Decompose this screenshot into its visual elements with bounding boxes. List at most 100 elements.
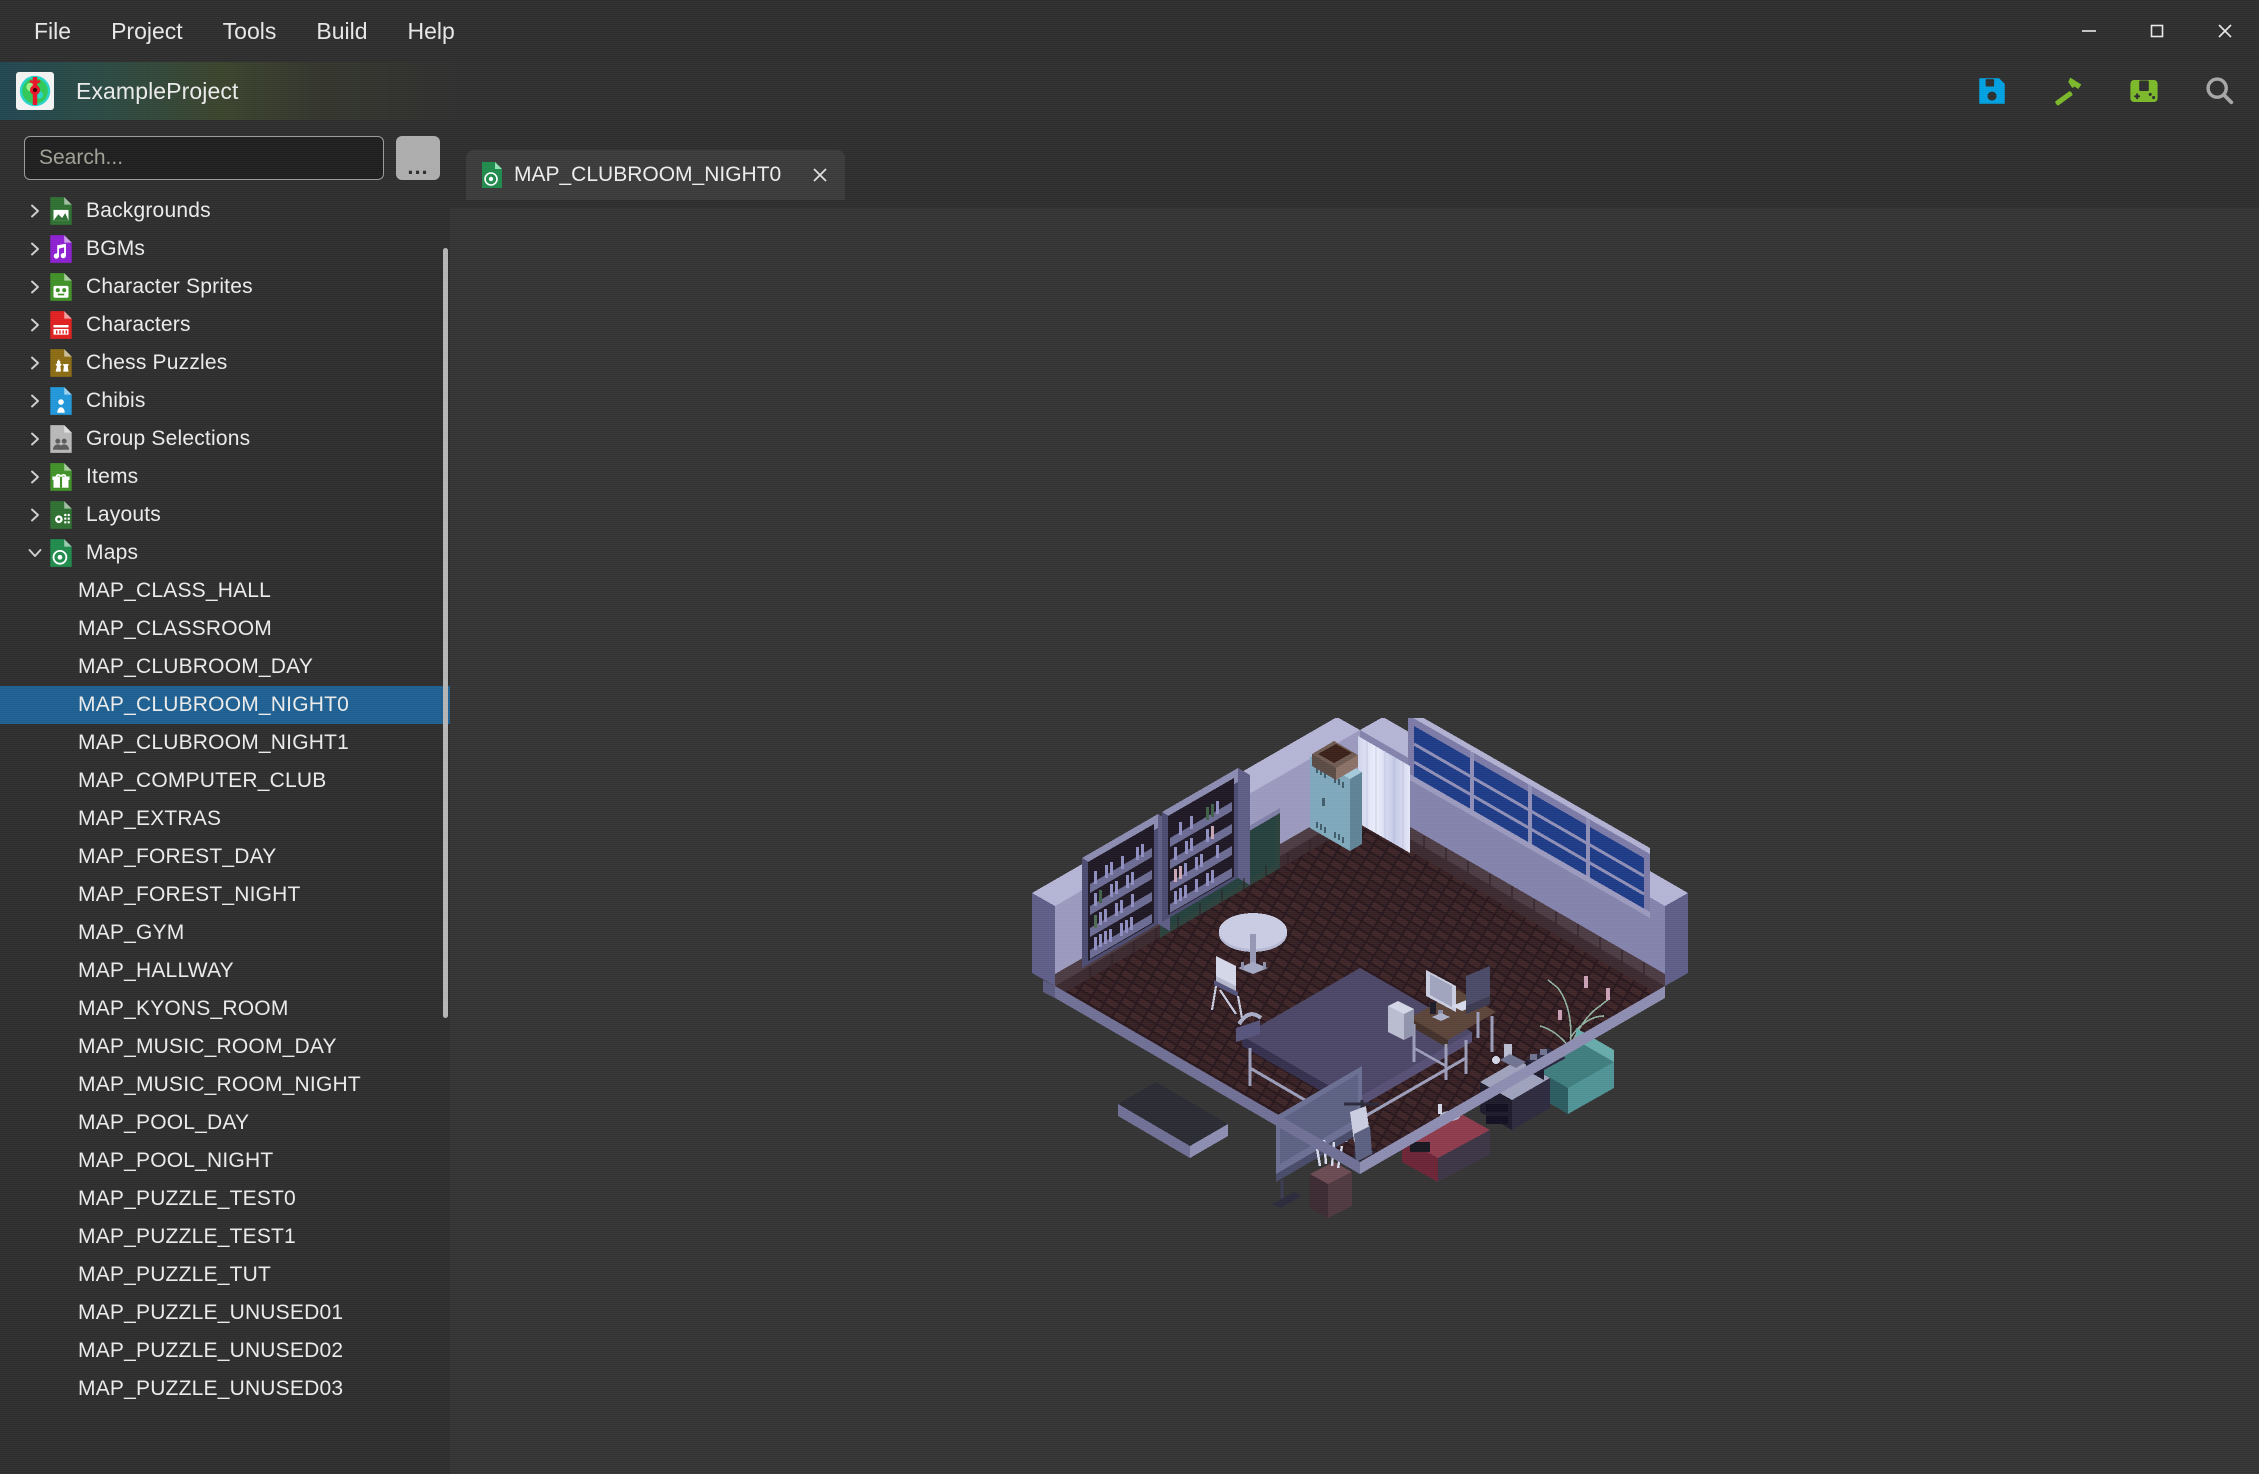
tree-item-map-clubroom-night0[interactable]: MAP_CLUBROOM_NIGHT0 (0, 686, 450, 724)
tree-scrollbar[interactable] (443, 248, 448, 1018)
tree-item-map-music-room-night[interactable]: MAP_MUSIC_ROOM_NIGHT (0, 1066, 450, 1104)
tree-item-map-puzzle-unused02[interactable]: MAP_PUZZLE_UNUSED02 (0, 1332, 450, 1370)
tree-item-map-puzzle-tut[interactable]: MAP_PUZZLE_TUT (0, 1256, 450, 1294)
menu-item-file[interactable]: File (14, 12, 91, 51)
tree-group-layouts[interactable]: Layouts (0, 496, 450, 534)
tree-group-label: Chibis (86, 389, 146, 413)
tree-item-map-class-hall[interactable]: MAP_CLASS_HALL (0, 572, 450, 610)
menu-item-project[interactable]: Project (91, 12, 203, 51)
chevron-right-icon[interactable] (22, 468, 48, 486)
tree-item-map-gym[interactable]: MAP_GYM (0, 914, 450, 952)
tree-group-group-selections[interactable]: Group Selections (0, 420, 450, 458)
tree-item-label: MAP_COMPUTER_CLUB (78, 769, 326, 793)
tree-group-label: Backgrounds (86, 199, 211, 223)
search-row: ... (0, 120, 450, 192)
tree-item-map-forest-night[interactable]: MAP_FOREST_NIGHT (0, 876, 450, 914)
save-button[interactable] (1971, 70, 2013, 112)
tree-item-label: MAP_PUZZLE_TEST1 (78, 1225, 296, 1249)
tab-close-button[interactable] (805, 160, 835, 190)
map-file-icon (48, 538, 74, 568)
project-logo-icon (16, 72, 54, 110)
build-hammer-icon (2051, 74, 2085, 108)
chevron-right-icon[interactable] (22, 240, 48, 258)
chevron-right-icon[interactable] (22, 202, 48, 220)
tree-item-map-extras[interactable]: MAP_EXTRAS (0, 800, 450, 838)
asset-tree-panel[interactable]: Backgrounds BGMs Character Sprites Characte… (0, 192, 450, 1474)
maximize-button[interactable] (2123, 0, 2191, 62)
tree-item-label: MAP_GYM (78, 921, 184, 945)
chevron-right-icon[interactable] (22, 278, 48, 296)
tree-item-map-puzzle-unused03[interactable]: MAP_PUZZLE_UNUSED03 (0, 1370, 450, 1408)
tree-group-chess-puzzles[interactable]: Chess Puzzles (0, 344, 450, 382)
group-file-icon (48, 424, 74, 454)
minimize-button[interactable] (2055, 0, 2123, 62)
tree-item-map-clubroom-night1[interactable]: MAP_CLUBROOM_NIGHT1 (0, 724, 450, 762)
tree-item-map-puzzle-unused01[interactable]: MAP_PUZZLE_UNUSED01 (0, 1294, 450, 1332)
tree-item-label: MAP_EXTRAS (78, 807, 221, 831)
chevron-right-icon[interactable] (22, 354, 48, 372)
tree-item-map-pool-night[interactable]: MAP_POOL_NIGHT (0, 1142, 450, 1180)
tree-item-map-kyons-room[interactable]: MAP_KYONS_ROOM (0, 990, 450, 1028)
close-button[interactable] (2191, 0, 2259, 62)
search-button[interactable] (2199, 70, 2241, 112)
project-title: ExampleProject (76, 78, 238, 105)
tree-item-map-hallway[interactable]: MAP_HALLWAY (0, 952, 450, 990)
tree-item-map-puzzle-test1[interactable]: MAP_PUZZLE_TEST1 (0, 1218, 450, 1256)
chess-file-icon (48, 348, 74, 378)
tree-item-map-classroom[interactable]: MAP_CLASSROOM (0, 610, 450, 648)
tree-item-map-music-room-day[interactable]: MAP_MUSIC_ROOM_DAY (0, 1028, 450, 1066)
tree-group-label: BGMs (86, 237, 145, 261)
background-file-icon (48, 196, 74, 226)
tab-label: MAP_CLUBROOM_NIGHT0 (514, 163, 781, 187)
tree-group-label: Characters (86, 313, 191, 337)
app-window: File Project Tools Build Help (0, 0, 2259, 1474)
tree-item-label: MAP_HALLWAY (78, 959, 234, 983)
search-input[interactable] (24, 136, 384, 180)
tree-item-map-pool-day[interactable]: MAP_POOL_DAY (0, 1104, 450, 1142)
tree-item-map-computer-club[interactable]: MAP_COMPUTER_CLUB (0, 762, 450, 800)
tree-item-label: MAP_POOL_NIGHT (78, 1149, 273, 1173)
menu-item-help[interactable]: Help (388, 12, 475, 51)
tree-group-chibis[interactable]: Chibis (0, 382, 450, 420)
tree-group-items[interactable]: Items (0, 458, 450, 496)
sprite-file-icon (48, 272, 74, 302)
tree-group-maps[interactable]: Maps (0, 534, 450, 572)
tree-group-backgrounds[interactable]: Backgrounds (0, 192, 450, 230)
tree-item-label: MAP_CLUBROOM_NIGHT0 (78, 693, 349, 717)
chevron-right-icon[interactable] (22, 316, 48, 334)
menu-item-build[interactable]: Build (296, 12, 387, 51)
tree-item-label: MAP_PUZZLE_TUT (78, 1263, 271, 1287)
character-file-icon (48, 310, 74, 340)
tree-item-label: MAP_PUZZLE_UNUSED02 (78, 1339, 343, 1363)
build-button[interactable] (2047, 70, 2089, 112)
tree-item-label: MAP_PUZZLE_TEST0 (78, 1187, 296, 1211)
music-file-icon (48, 234, 74, 264)
window-controls (2055, 0, 2259, 62)
tree-item-map-forest-day[interactable]: MAP_FOREST_DAY (0, 838, 450, 876)
tab-map-clubroom-night0[interactable]: MAP_CLUBROOM_NIGHT0 (466, 150, 845, 200)
tree-group-character-sprites[interactable]: Character Sprites (0, 268, 450, 306)
tree-item-map-clubroom-day[interactable]: MAP_CLUBROOM_DAY (0, 648, 450, 686)
chevron-right-icon[interactable] (22, 392, 48, 410)
chevron-right-icon[interactable] (22, 430, 48, 448)
tree-item-label: MAP_PUZZLE_UNUSED01 (78, 1301, 343, 1325)
tree-item-label: MAP_CLASS_HALL (78, 579, 271, 603)
map-viewport[interactable] (450, 208, 2259, 1474)
tree-item-label: MAP_POOL_DAY (78, 1111, 249, 1135)
tree-group-characters[interactable]: Characters (0, 306, 450, 344)
run-button[interactable] (2123, 70, 2165, 112)
tree-item-label: MAP_FOREST_DAY (78, 845, 276, 869)
tree-group-bgms[interactable]: BGMs (0, 230, 450, 268)
layout-file-icon (48, 500, 74, 530)
isometric-map-render (1010, 718, 1710, 1278)
search-options-button[interactable]: ... (396, 136, 440, 180)
tree-item-map-puzzle-test0[interactable]: MAP_PUZZLE_TEST0 (0, 1180, 450, 1218)
map-file-icon (480, 161, 504, 189)
save-icon (1975, 74, 2009, 108)
item-file-icon (48, 462, 74, 492)
chevron-down-icon[interactable] (22, 544, 48, 562)
editor-tab-bar: MAP_CLUBROOM_NIGHT0 (466, 150, 2259, 208)
tree-group-label: Maps (86, 541, 138, 565)
menu-item-tools[interactable]: Tools (203, 12, 297, 51)
chevron-right-icon[interactable] (22, 506, 48, 524)
